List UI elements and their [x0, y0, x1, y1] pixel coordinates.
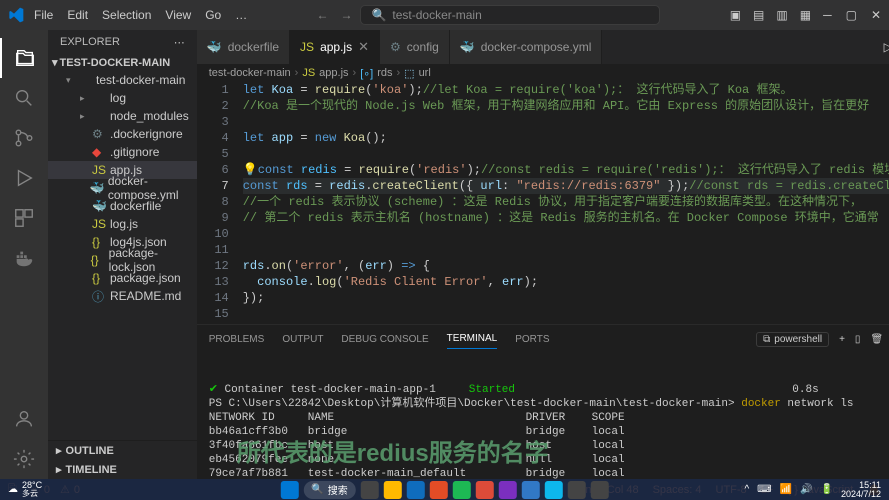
- app-icon[interactable]: [499, 481, 517, 499]
- search-icon: 🔍: [371, 8, 386, 22]
- windows-taskbar: ☁ 28°C 多云 🔍搜索 ^ ⌨ 📶 🔊 🔋 15:11 2024/7/12: [0, 479, 889, 500]
- chrome-app-icon[interactable]: [476, 481, 494, 499]
- tree-item-docker-compose-yml[interactable]: 🐳docker-compose.yml: [48, 179, 197, 197]
- menu-edit[interactable]: Edit: [67, 8, 88, 22]
- tray-input-icon[interactable]: ⌨: [757, 484, 771, 495]
- tray-chevron-icon[interactable]: ^: [744, 484, 749, 495]
- tree-item--dockerignore[interactable]: ⚙.dockerignore: [48, 125, 197, 143]
- new-terminal-icon[interactable]: +: [839, 334, 845, 345]
- search-text: test-docker-main: [392, 8, 481, 22]
- menu-go[interactable]: Go: [205, 8, 221, 22]
- tray-battery-icon[interactable]: 🔋: [821, 484, 833, 495]
- app-icon[interactable]: [453, 481, 471, 499]
- menu-bar: File Edit Selection View Go …: [34, 8, 247, 22]
- panel-tab-output[interactable]: OUTPUT: [282, 330, 323, 349]
- vscode-logo-icon: [8, 7, 24, 23]
- taskbar-search[interactable]: 🔍搜索: [303, 481, 355, 499]
- tree-item-log[interactable]: ▸log: [48, 89, 197, 107]
- menu-more[interactable]: …: [235, 8, 247, 22]
- tree-item-README-md[interactable]: ⓘREADME.md: [48, 287, 197, 305]
- panel-tab-debug[interactable]: DEBUG CONSOLE: [341, 330, 428, 349]
- powershell-icon: ⧉: [763, 334, 770, 345]
- app-icon[interactable]: [430, 481, 448, 499]
- activity-search-icon[interactable]: [0, 78, 48, 118]
- panel: PROBLEMS OUTPUT DEBUG CONSOLE TERMINAL P…: [197, 324, 889, 479]
- activity-explorer-icon[interactable]: [0, 38, 48, 78]
- tab-app-js[interactable]: JSapp.js✕: [290, 30, 380, 64]
- menu-file[interactable]: File: [34, 8, 53, 22]
- menu-view[interactable]: View: [165, 8, 191, 22]
- activity-run-debug-icon[interactable]: [0, 158, 48, 198]
- minimize-icon[interactable]: ─: [823, 8, 832, 22]
- tab-docker-compose-yml[interactable]: 🐳docker-compose.yml: [450, 30, 603, 64]
- panel-tab-problems[interactable]: PROBLEMS: [209, 330, 265, 349]
- editor-tabs: 🐳dockerfileJSapp.js✕⚙config🐳docker-compo…: [197, 30, 889, 64]
- terminal-shell-select[interactable]: ⧉ powershell: [756, 332, 829, 347]
- sidebar-header: EXPLORER ⋯: [48, 30, 197, 54]
- weather-icon: ☁: [8, 484, 18, 495]
- activity-bar: [0, 30, 48, 479]
- tab-close-icon[interactable]: ✕: [358, 39, 369, 55]
- project-name: TEST-DOCKER-MAIN: [60, 57, 171, 69]
- run-icon[interactable]: ▷: [884, 40, 889, 54]
- breadcrumb[interactable]: test-docker-main› JS app.js› [∘] rds› ⬚ …: [197, 64, 889, 82]
- tray-volume-icon[interactable]: 🔊: [800, 484, 812, 495]
- sidebar-more-icon[interactable]: ⋯: [174, 36, 185, 49]
- kill-terminal-icon[interactable]: 🗑: [870, 334, 883, 345]
- maximize-icon[interactable]: ▢: [846, 8, 857, 22]
- vscode-app-icon[interactable]: [522, 481, 540, 499]
- chevron-down-icon: ▾: [52, 56, 58, 69]
- task-view-icon[interactable]: [361, 481, 379, 499]
- code-editor[interactable]: 12345678910111213141516171819 let Koa = …: [197, 82, 889, 324]
- activity-source-control-icon[interactable]: [0, 118, 48, 158]
- activity-docker-icon[interactable]: [0, 238, 48, 278]
- sidebar-project-header[interactable]: ▾ TEST-DOCKER-MAIN: [48, 54, 197, 71]
- terminal-output[interactable]: ✔ Container test-docker-main-app-1 Start…: [197, 353, 889, 479]
- activity-account-icon[interactable]: [0, 399, 48, 439]
- tab-config[interactable]: ⚙config: [380, 30, 450, 64]
- file-tree: ▾test-docker-main▸log▸node_modules⚙.dock…: [48, 71, 197, 440]
- edge-app-icon[interactable]: [407, 481, 425, 499]
- taskbar-weather[interactable]: ☁ 28°C 多云: [8, 481, 42, 498]
- editor-group: 🐳dockerfileJSapp.js✕⚙config🐳docker-compo…: [197, 30, 889, 479]
- start-button[interactable]: [280, 481, 298, 499]
- video-caption-overlay: 所代表的是redius服务的名字: [237, 447, 549, 461]
- tree-item-node_modules[interactable]: ▸node_modules: [48, 107, 197, 125]
- activity-extensions-icon[interactable]: [0, 198, 48, 238]
- app-icon[interactable]: [591, 481, 609, 499]
- layout-customize-icon[interactable]: ▦: [800, 8, 811, 22]
- tree-item-package-json[interactable]: {}package.json: [48, 269, 197, 287]
- timeline-section[interactable]: ▸TIMELINE: [48, 460, 197, 479]
- taskbar-apps: 🔍搜索: [280, 481, 608, 499]
- tab-dockerfile[interactable]: 🐳dockerfile: [197, 30, 290, 64]
- app-icon[interactable]: [568, 481, 586, 499]
- tray-wifi-icon[interactable]: 📶: [780, 484, 792, 495]
- nav-forward-icon[interactable]: →: [340, 8, 352, 22]
- split-terminal-icon[interactable]: ▯: [855, 334, 861, 345]
- nav-back-icon[interactable]: ←: [316, 8, 328, 22]
- menu-selection[interactable]: Selection: [102, 8, 151, 22]
- docker-app-icon[interactable]: [545, 481, 563, 499]
- layout-sidebar-right-icon[interactable]: ▥: [776, 8, 787, 22]
- activity-settings-icon[interactable]: [0, 439, 48, 479]
- panel-tab-terminal[interactable]: TERMINAL: [447, 329, 498, 349]
- tree-item-test-docker-main[interactable]: ▾test-docker-main: [48, 71, 197, 89]
- panel-tab-ports[interactable]: PORTS: [515, 330, 549, 349]
- sidebar-title: EXPLORER: [60, 36, 120, 48]
- explorer-app-icon[interactable]: [384, 481, 402, 499]
- system-tray[interactable]: ^ ⌨ 📶 🔊 🔋 15:11 2024/7/12: [744, 481, 881, 499]
- titlebar: File Edit Selection View Go … ← → 🔍 test…: [0, 0, 889, 30]
- layout-panel-icon[interactable]: ▤: [753, 8, 764, 22]
- panel-tabs: PROBLEMS OUTPUT DEBUG CONSOLE TERMINAL P…: [197, 325, 889, 353]
- layout-sidebar-left-icon[interactable]: ▣: [730, 8, 741, 22]
- tree-item--gitignore[interactable]: ◆.gitignore: [48, 143, 197, 161]
- close-icon[interactable]: ✕: [871, 8, 881, 22]
- sidebar: EXPLORER ⋯ ▾ TEST-DOCKER-MAIN ▾test-dock…: [48, 30, 197, 479]
- tree-item-package-lock-json[interactable]: {}package-lock.json: [48, 251, 197, 269]
- outline-section[interactable]: ▸OUTLINE: [48, 441, 197, 460]
- tree-item-log-js[interactable]: JSlog.js: [48, 215, 197, 233]
- command-center[interactable]: 🔍 test-docker-main: [360, 5, 660, 25]
